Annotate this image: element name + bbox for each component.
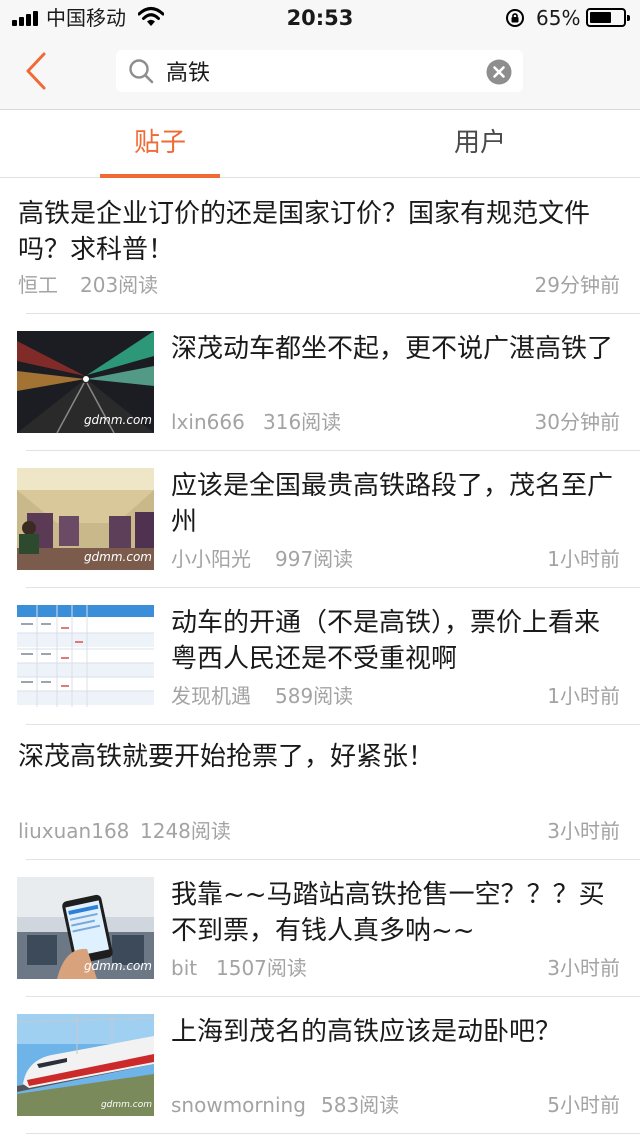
post-time: 3小时前 xyxy=(547,956,620,980)
list-item[interactable]: gdmm.com 我靠~~马踏站高铁抢售一空？？？买不到票，有钱人真多呐~~ b… xyxy=(0,860,640,997)
post-reads: 589阅读 xyxy=(275,684,354,708)
post-time: 30分钟前 xyxy=(534,410,620,434)
clear-icon[interactable] xyxy=(486,59,512,85)
post-title: 高铁是企业订价的还是国家订价？国家有规范文件吗？求科普！ xyxy=(18,199,591,265)
list-item[interactable]: gdmm.com 深茂动车都坐不起，更不说广湛高铁了 lxin666 316阅读… xyxy=(0,314,640,451)
post-time: 5小时前 xyxy=(547,1093,620,1117)
post-title: 深茂动车都坐不起，更不说广湛高铁了 xyxy=(171,334,614,364)
post-author: 小小阳光 xyxy=(171,547,251,571)
post-author: liuxuan168 xyxy=(18,819,130,843)
search-input[interactable] xyxy=(166,54,476,88)
back-button[interactable] xyxy=(18,50,58,94)
post-title: 应该是全国最贵高铁路段了，茂名至广州 xyxy=(171,471,614,537)
battery-percent: 65% xyxy=(536,6,581,30)
post-author: snowmorning xyxy=(171,1093,306,1117)
post-reads: 203阅读 xyxy=(80,273,159,297)
list-item[interactable]: 高铁是企业订价的还是国家订价？国家有规范文件吗？求科普！ 恒工 203阅读 29… xyxy=(0,179,640,314)
post-title: 深茂高铁就要开始抢票了，好紧张！ xyxy=(18,742,435,772)
post-reads: 1507阅读 xyxy=(216,956,307,980)
tab-posts[interactable]: 贴子 xyxy=(0,110,320,178)
post-thumbnail: gdmm.com xyxy=(17,331,154,433)
post-thumbnail: gdmm.com xyxy=(17,877,154,979)
chevron-left-icon xyxy=(26,52,46,90)
result-tabs: 贴子 用户 xyxy=(0,110,640,178)
search-icon xyxy=(129,59,154,84)
post-reads: 316阅读 xyxy=(263,410,342,434)
post-author: 发现机遇 xyxy=(171,684,251,708)
post-thumbnail: gdmm.com xyxy=(17,1014,154,1116)
post-time: 1小时前 xyxy=(547,547,620,571)
post-thumbnail xyxy=(17,605,154,707)
post-reads: 1248阅读 xyxy=(140,819,231,843)
post-thumbnail: gdmm.com xyxy=(17,468,154,570)
post-reads: 997阅读 xyxy=(275,547,354,571)
post-time: 3小时前 xyxy=(547,819,620,843)
post-time: 29分钟前 xyxy=(534,273,620,297)
tab-users[interactable]: 用户 xyxy=(320,110,640,178)
post-title: 我靠~~马踏站高铁抢售一空？？？买不到票，有钱人真多呐~~ xyxy=(171,880,605,946)
status-bar: 中国移动 20:53 65% xyxy=(0,0,640,36)
battery-icon xyxy=(586,8,630,27)
post-author: lxin666 xyxy=(171,410,245,434)
post-time: 1小时前 xyxy=(547,684,620,708)
search-header xyxy=(0,36,640,110)
active-tab-indicator xyxy=(100,174,220,178)
list-item[interactable]: 动车的开通（不是高铁），票价上看来粤西人民还是不受重视啊 发现机遇 589阅读 … xyxy=(0,588,640,725)
post-title: 上海到茂名的高铁应该是动卧吧？ xyxy=(171,1017,562,1047)
post-reads: 583阅读 xyxy=(321,1093,400,1117)
post-title: 动车的开通（不是高铁），票价上看来粤西人民还是不受重视啊 xyxy=(171,608,601,674)
post-author: 恒工 xyxy=(18,273,58,297)
orientation-lock-icon xyxy=(506,9,524,27)
list-item[interactable]: gdmm.com 上海到茂名的高铁应该是动卧吧？ snowmorning 583… xyxy=(0,997,640,1134)
post-author: bit xyxy=(171,956,198,980)
list-item[interactable]: gdmm.com 应该是全国最贵高铁路段了，茂名至广州 小小阳光 997阅读 1… xyxy=(0,451,640,588)
list-item[interactable]: 深茂高铁就要开始抢票了，好紧张！ liuxuan168 1248阅读 3小时前 xyxy=(0,725,640,860)
search-box[interactable] xyxy=(116,50,523,92)
